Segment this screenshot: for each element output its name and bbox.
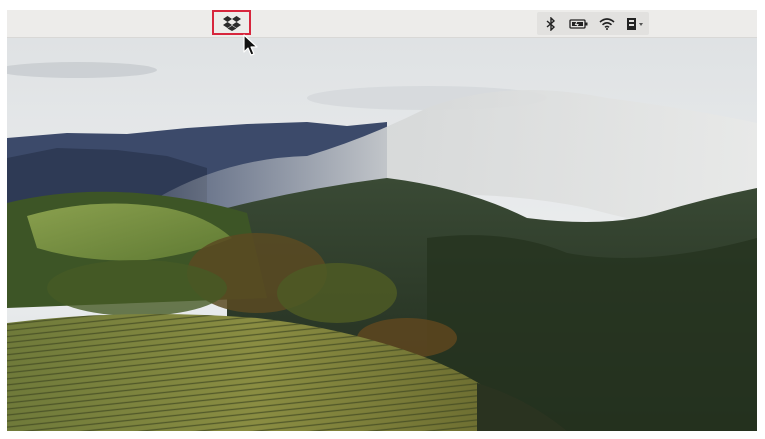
- mouse-cursor-icon: [243, 34, 258, 56]
- user-switch-icon[interactable]: [625, 16, 645, 32]
- desktop-wallpaper: [7, 38, 757, 431]
- battery-icon[interactable]: [569, 16, 589, 32]
- dropbox-icon: [222, 15, 241, 31]
- bluetooth-icon[interactable]: [541, 16, 561, 32]
- wifi-icon[interactable]: [597, 16, 617, 32]
- menu-bar: [7, 10, 757, 38]
- screen: [7, 10, 757, 431]
- dropbox-menu-item[interactable]: [212, 10, 251, 35]
- status-tray: [537, 12, 649, 35]
